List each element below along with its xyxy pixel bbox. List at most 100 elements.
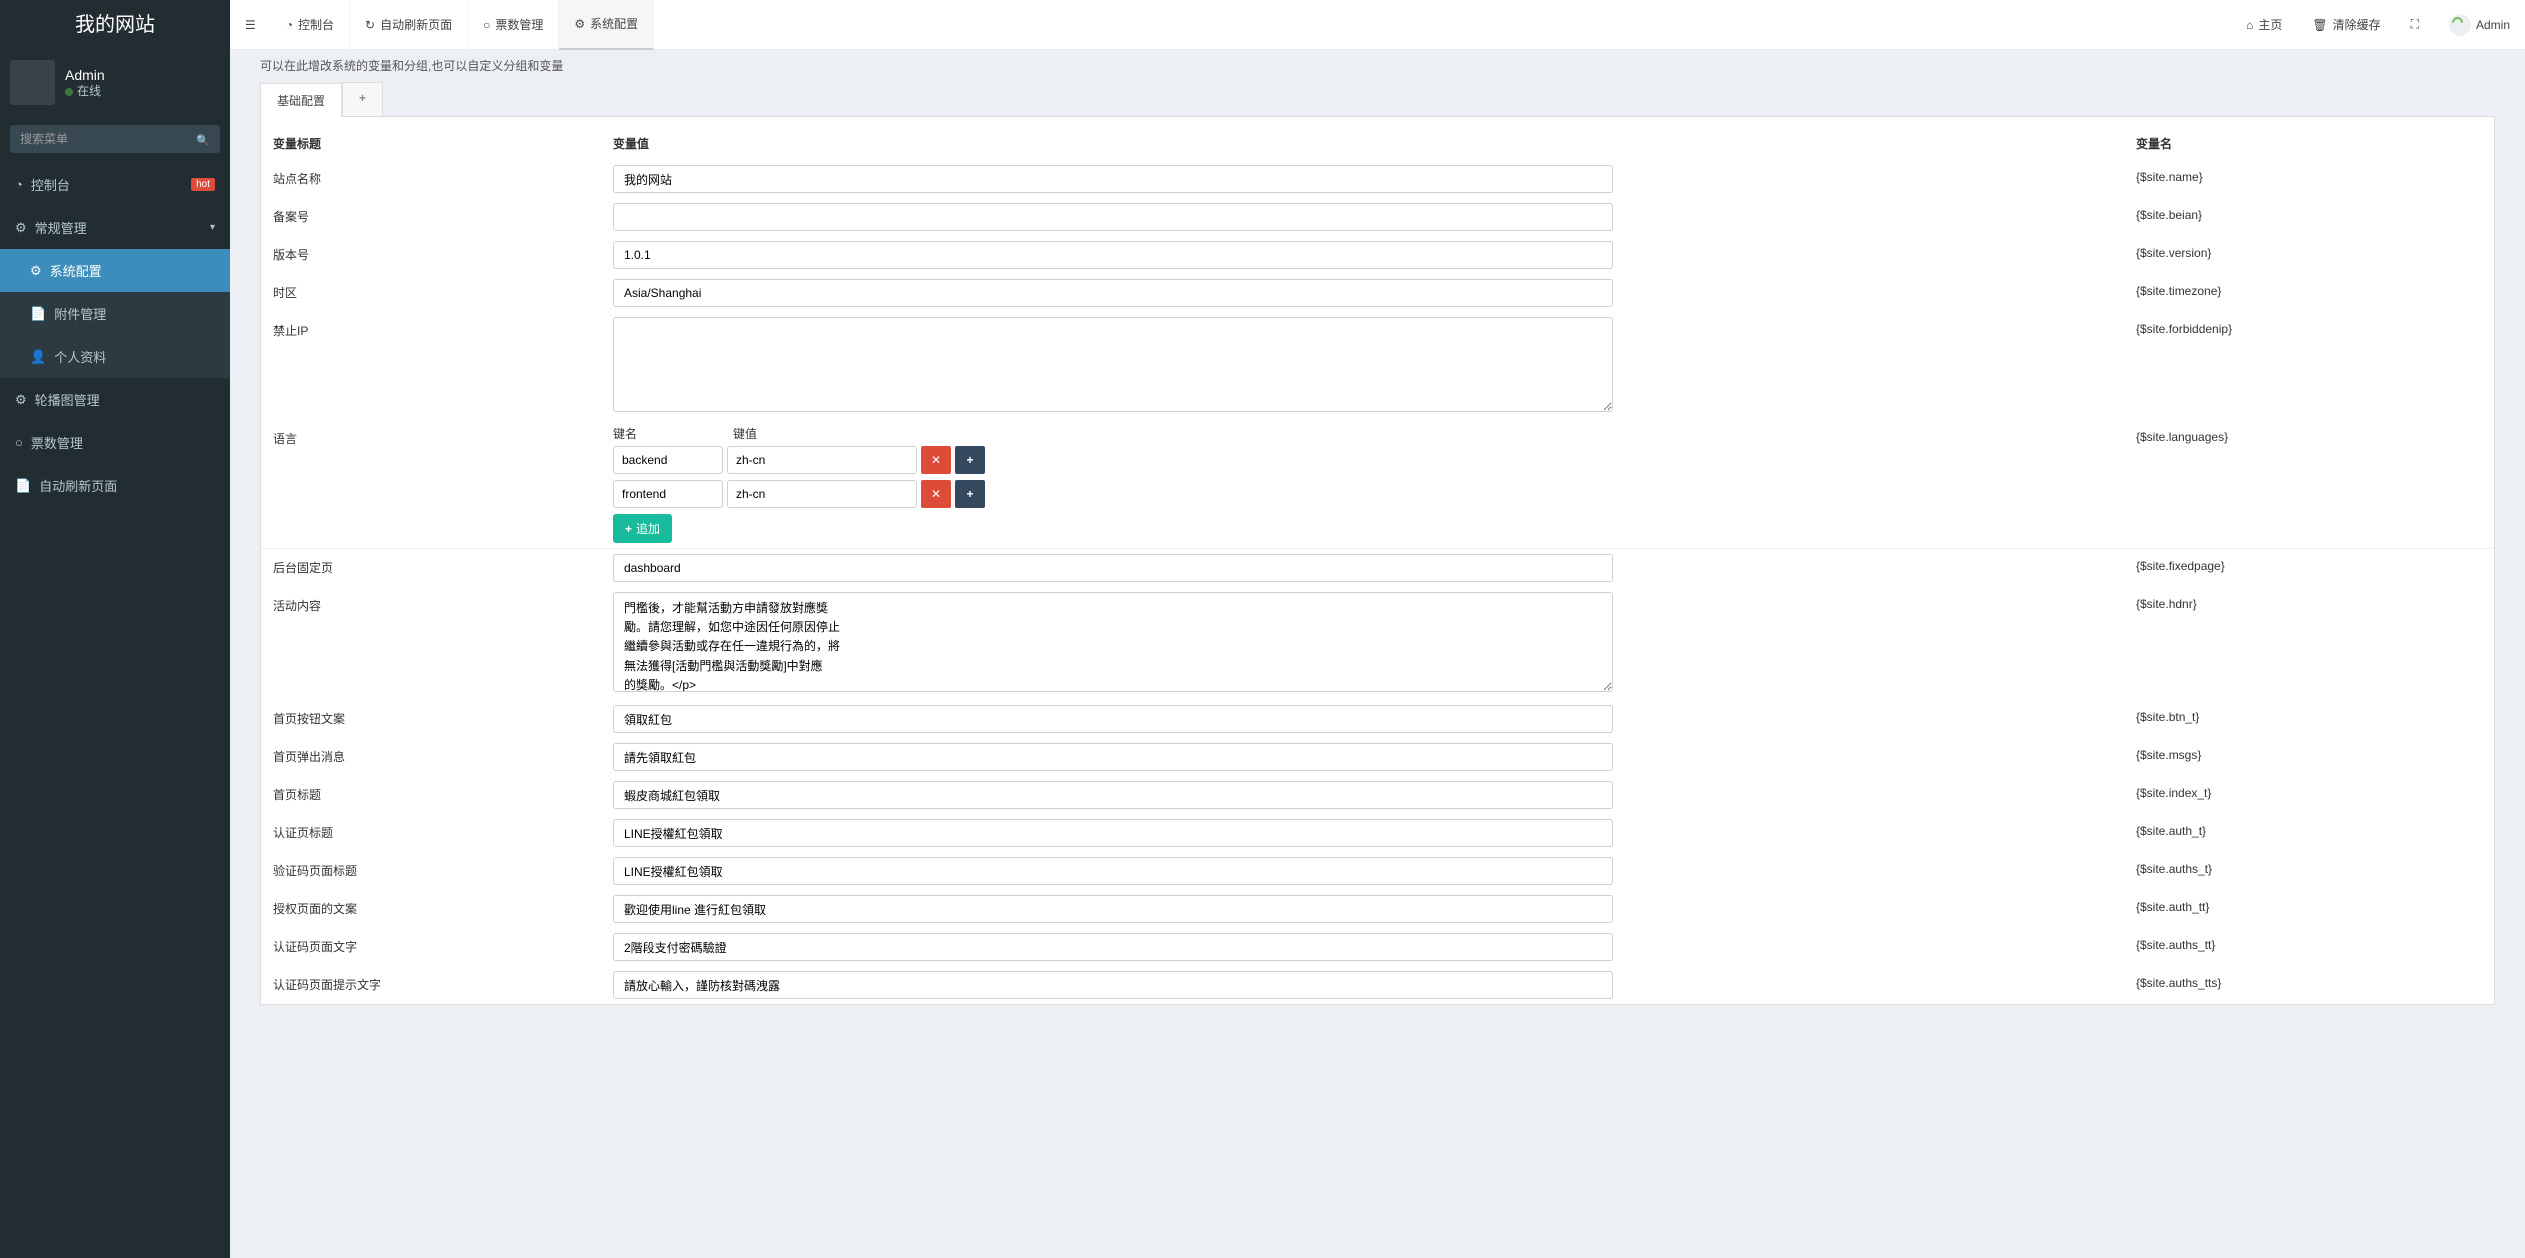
col-var: 变量名	[2124, 127, 2494, 160]
tab-add[interactable]	[342, 82, 383, 116]
sidebar-item-carousel[interactable]: 轮播图管理	[0, 378, 230, 421]
topbar-fullscreen[interactable]	[2396, 0, 2434, 50]
search-button[interactable]	[186, 125, 220, 153]
input-hdnr[interactable]	[613, 592, 1613, 692]
tab-autorefresh[interactable]: 自动刷新页面	[350, 0, 468, 50]
row-btn-t: 首页按钮文案 {$site.btn_t}	[261, 700, 2494, 738]
input-timezone[interactable]	[613, 279, 1613, 307]
expand-icon	[2411, 17, 2419, 32]
input-btn-t[interactable]	[613, 705, 1613, 733]
kv-row	[613, 446, 2112, 474]
page-description: 可以在此增改系统的变量和分组,也可以自定义分组和变量	[230, 50, 2525, 82]
topbar-clear-cache[interactable]: 清除缓存	[2297, 0, 2395, 50]
toggle-sidebar[interactable]	[230, 0, 271, 50]
input-index-t[interactable]	[613, 781, 1613, 809]
kv-key-input[interactable]	[613, 446, 723, 474]
sidebar-item-profile[interactable]: 个人资料	[0, 335, 230, 378]
search-icon	[196, 132, 210, 147]
user-status: 在线	[65, 84, 105, 100]
times-icon	[931, 487, 941, 501]
topbar: 控制台 自动刷新页面 票数管理 系统配置 主页 清除缓存 Admin	[230, 0, 2525, 50]
kv-add-button[interactable]	[955, 446, 985, 474]
input-auths-tts[interactable]	[613, 971, 1613, 999]
sidebar-item-autorefresh[interactable]: 自动刷新页面	[0, 464, 230, 507]
input-version[interactable]	[613, 241, 1613, 269]
input-site-name[interactable]	[613, 165, 1613, 193]
kv-key-input[interactable]	[613, 480, 723, 508]
sidebar-item-attachment[interactable]: 附件管理	[0, 292, 230, 335]
sidebar-nav: 控制台hot 常规管理 系统配置 附件管理 个人资料 轮播图管理 票数管理 自动…	[0, 163, 230, 507]
tab-sysconfig[interactable]: 系统配置	[559, 0, 654, 50]
gear-icon	[30, 263, 42, 279]
dashboard-icon	[15, 177, 23, 192]
input-auths-tt[interactable]	[613, 933, 1613, 961]
topbar-home[interactable]: 主页	[2231, 0, 2297, 50]
search-input[interactable]	[10, 125, 186, 153]
cogs-icon	[15, 220, 27, 236]
kv-row	[613, 480, 2112, 508]
row-hdnr: 活动内容 {$site.hdnr}	[261, 587, 2494, 700]
kv-val-input[interactable]	[727, 446, 917, 474]
tab-dashboard[interactable]: 控制台	[271, 0, 350, 50]
trash-icon	[2312, 18, 2327, 32]
gear-icon	[574, 17, 585, 31]
topbar-user[interactable]: Admin	[2434, 0, 2525, 50]
row-timezone: 时区 {$site.timezone}	[261, 274, 2494, 312]
row-auths-t: 验证码页面标题 {$site.auths_t}	[261, 852, 2494, 890]
row-index-t: 首页标题 {$site.index_t}	[261, 776, 2494, 814]
input-fixedpage[interactable]	[613, 554, 1613, 582]
dashboard-icon	[286, 18, 293, 32]
col-title: 变量标题	[261, 127, 601, 160]
plus-icon	[625, 522, 632, 536]
home-icon	[2246, 18, 2253, 32]
avatar	[10, 60, 55, 105]
sidebar-item-ticket[interactable]: 票数管理	[0, 421, 230, 464]
kv-header: 键名键值	[613, 425, 2112, 442]
sidebar-item-dashboard[interactable]: 控制台hot	[0, 163, 230, 206]
row-auth-t: 认证页标题 {$site.auth_t}	[261, 814, 2494, 852]
append-button[interactable]: 追加	[613, 514, 672, 543]
sidebar-item-general[interactable]: 常规管理	[0, 206, 230, 249]
sidebar-item-sysconfig[interactable]: 系统配置	[0, 249, 230, 292]
circle-icon	[15, 435, 23, 450]
kv-remove-button[interactable]	[921, 446, 951, 474]
input-beian[interactable]	[613, 203, 1613, 231]
avatar-icon	[2449, 14, 2471, 36]
file-icon	[15, 478, 31, 494]
row-site-name: 站点名称 {$site.name}	[261, 160, 2494, 198]
menu-search[interactable]	[10, 125, 220, 153]
row-auth-tt: 授权页面的文案 {$site.auth_tt}	[261, 890, 2494, 928]
tab-ticket[interactable]: 票数管理	[468, 0, 559, 50]
row-version: 版本号 {$site.version}	[261, 236, 2494, 274]
hot-badge: hot	[191, 178, 215, 191]
bars-icon	[245, 18, 256, 32]
file-icon	[30, 306, 46, 322]
input-auth-t[interactable]	[613, 819, 1613, 847]
user-panel: Admin 在线	[0, 50, 230, 115]
input-auth-tt[interactable]	[613, 895, 1613, 923]
row-auths-tts: 认证码页面提示文字 {$site.auths_tts}	[261, 966, 2494, 1004]
times-icon	[931, 453, 941, 467]
kv-remove-button[interactable]	[921, 480, 951, 508]
tab-basic-config[interactable]: 基础配置	[260, 83, 342, 117]
user-name: Admin	[65, 66, 105, 84]
row-forbiddenip: 禁止IP {$site.forbiddenip}	[261, 312, 2494, 420]
input-msgs[interactable]	[613, 743, 1613, 771]
row-fixedpage: 后台固定页 {$site.fixedpage}	[261, 549, 2494, 588]
input-auths-t[interactable]	[613, 857, 1613, 885]
circle-icon	[483, 18, 490, 32]
user-icon	[30, 349, 46, 365]
row-beian: 备案号 {$site.beian}	[261, 198, 2494, 236]
kv-val-input[interactable]	[727, 480, 917, 508]
refresh-icon	[365, 18, 375, 32]
plus-icon	[359, 91, 366, 105]
row-languages: 语言 键名键值	[261, 420, 2494, 549]
chevron-down-icon	[210, 222, 215, 233]
row-msgs: 首页弹出消息 {$site.msgs}	[261, 738, 2494, 776]
input-forbiddenip[interactable]	[613, 317, 1613, 412]
plus-icon	[966, 453, 973, 467]
brand-title: 我的网站	[0, 0, 230, 50]
plus-icon	[966, 487, 973, 501]
kv-add-button[interactable]	[955, 480, 985, 508]
gear-icon	[15, 392, 27, 408]
